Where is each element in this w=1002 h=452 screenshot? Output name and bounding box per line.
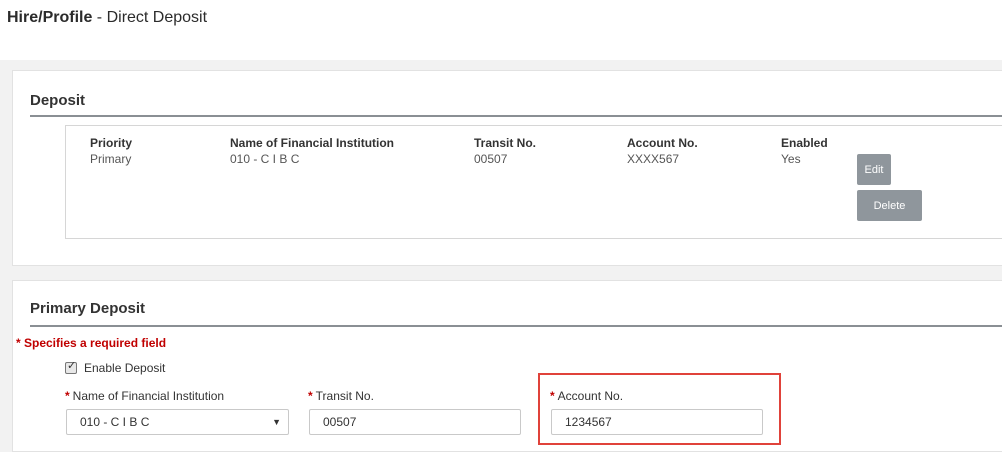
page-title: Hire/Profile - Direct Deposit	[7, 9, 207, 27]
transit-field-label: * Transit No.	[308, 389, 374, 403]
deposit-card: Deposit Priority Name of Financial Insti…	[12, 70, 1002, 266]
column-header-enabled: Enabled	[781, 136, 828, 150]
institution-field-label: * Name of Financial Institution	[65, 389, 224, 403]
chevron-down-icon: ▼	[272, 417, 281, 427]
transit-input-value: 00507	[323, 415, 357, 429]
column-header-priority: Priority	[90, 136, 133, 150]
deposit-list: Priority Name of Financial Institution T…	[65, 125, 1002, 239]
deposit-enabled-value: Yes	[781, 152, 801, 166]
enable-deposit-row: ✓ Enable Deposit	[65, 360, 166, 375]
deposit-priority-value: Primary	[90, 152, 132, 166]
institution-label-text: Name of Financial Institution	[72, 389, 225, 403]
transit-input[interactable]: 00507	[309, 409, 521, 435]
account-highlight-box	[538, 373, 781, 445]
column-header-institution: Name of Financial Institution	[230, 136, 395, 150]
page-title-main: Hire/Profile	[7, 9, 93, 26]
primary-deposit-title: Primary Deposit	[30, 300, 146, 317]
enable-deposit-checkbox[interactable]: ✓	[65, 360, 77, 374]
enable-deposit-label: Enable Deposit	[84, 361, 166, 375]
deposit-transit-value: 00507	[474, 152, 508, 166]
transit-label-text: Transit No.	[315, 389, 374, 403]
column-header-transit: Transit No.	[474, 136, 537, 150]
section-divider	[30, 325, 1002, 327]
required-field-note: * Specifies a required field	[16, 336, 167, 350]
edit-button[interactable]: Edit	[857, 154, 891, 185]
checkmark-icon: ✓	[67, 360, 77, 372]
required-star: *	[65, 389, 70, 403]
institution-select[interactable]: 010 - C I B C ▼	[66, 409, 289, 435]
primary-deposit-card: Primary Deposit * Specifies a required f…	[12, 280, 1002, 452]
section-divider	[30, 115, 1002, 117]
page-title-sub: - Direct Deposit	[92, 9, 208, 26]
institution-select-value: 010 - C I B C	[80, 415, 150, 429]
page-header: Hire/Profile - Direct Deposit	[0, 0, 1002, 60]
delete-button[interactable]: Delete	[857, 190, 922, 221]
deposit-section-title: Deposit	[30, 92, 86, 109]
column-header-account: Account No.	[627, 136, 698, 150]
deposit-institution-value: 010 - C I B C	[230, 152, 300, 166]
deposit-account-value: XXXX567	[627, 152, 680, 166]
required-star: *	[308, 389, 313, 403]
